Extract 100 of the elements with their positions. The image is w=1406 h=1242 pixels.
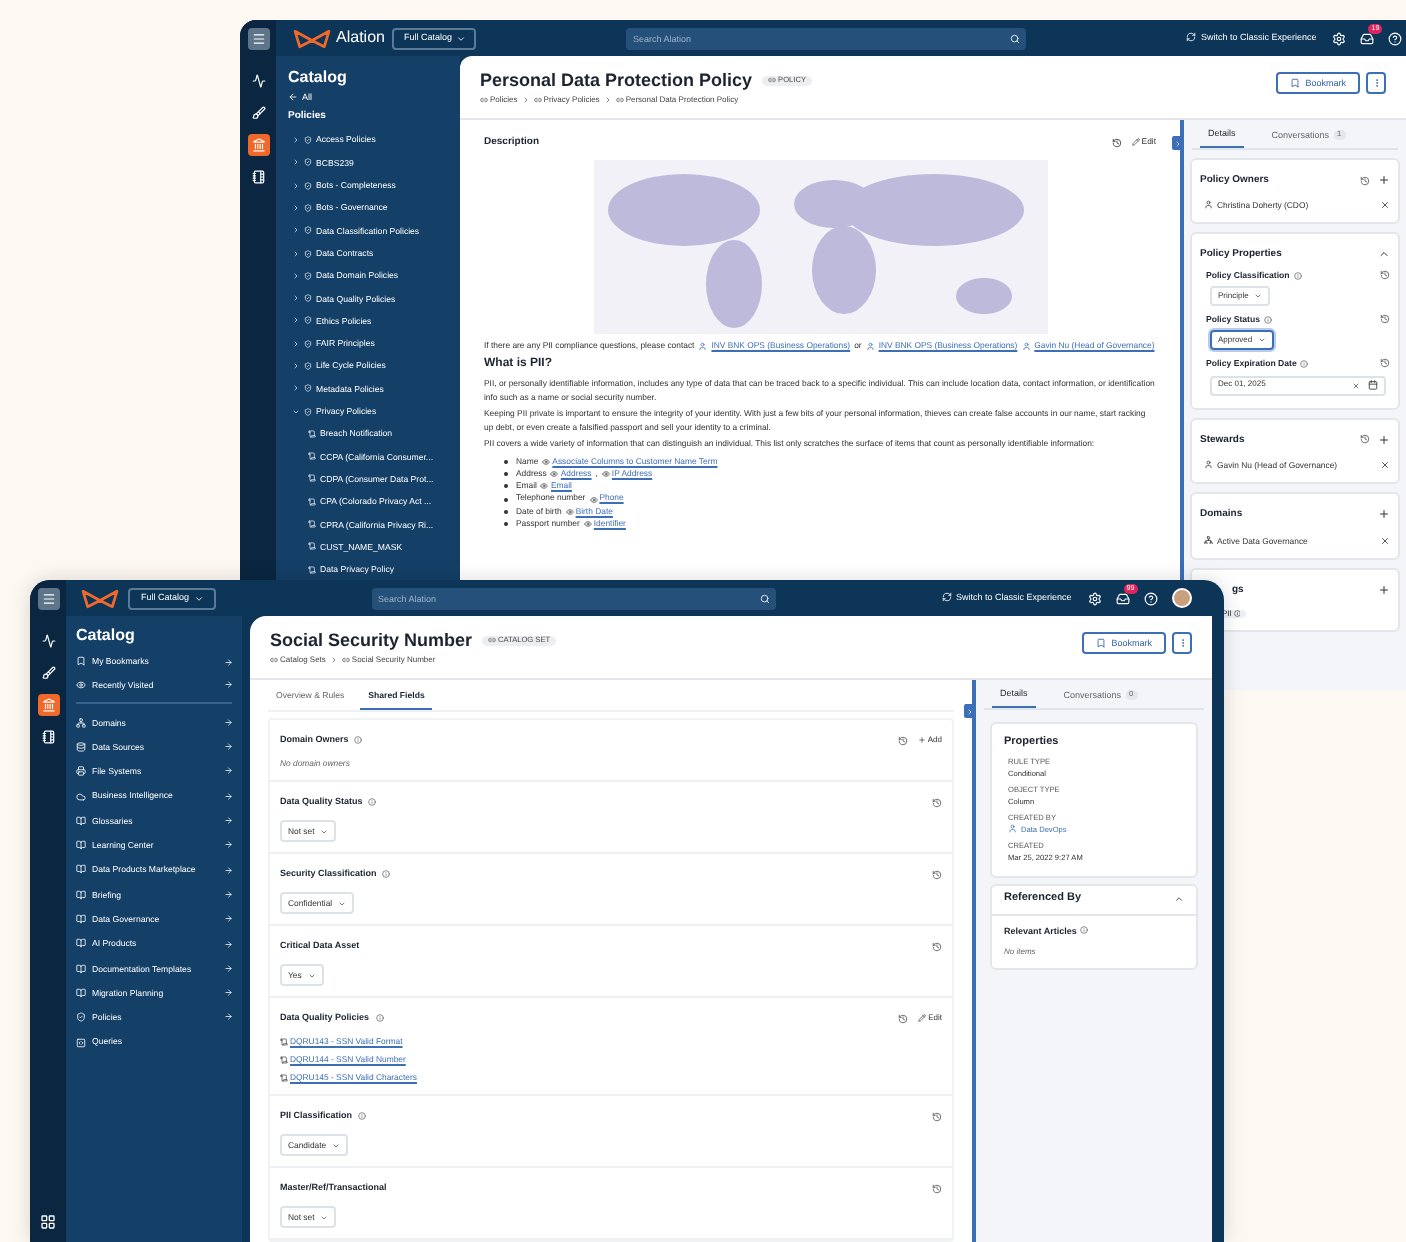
printer-icon <box>76 766 86 777</box>
inbox-icon <box>1360 31 1375 45</box>
chevron-icon <box>193 593 203 603</box>
book-icon <box>76 938 86 949</box>
bowtie-logo-icon <box>80 587 120 609</box>
building-nav-button[interactable] <box>37 694 59 716</box>
add-icon <box>917 735 926 744</box>
arrow-icon <box>223 742 232 752</box>
person-icon <box>865 341 875 350</box>
shield-icon <box>304 271 312 280</box>
info-icon <box>375 1013 384 1022</box>
arrow-icon <box>223 963 232 973</box>
arrow-icon <box>223 816 232 826</box>
pulse-nav-button[interactable] <box>247 70 269 92</box>
info-icon <box>1293 271 1302 280</box>
building-icon <box>41 698 55 712</box>
shield-icon <box>304 339 312 348</box>
help-button[interactable] <box>1388 31 1403 45</box>
page-title: Personal Data Protection Policy <box>480 70 753 92</box>
person-icon <box>1204 459 1213 469</box>
brush-nav-button[interactable] <box>247 102 269 124</box>
add-icon <box>1378 174 1390 186</box>
help-button[interactable] <box>1143 591 1158 605</box>
settings-icon <box>1087 591 1102 605</box>
shield-icon <box>304 136 312 145</box>
book-nav-button[interactable] <box>37 726 59 748</box>
history-icon <box>1380 358 1390 369</box>
code-icon <box>76 1037 86 1047</box>
cloud-icon <box>76 791 86 802</box>
menu-button[interactable] <box>37 588 59 610</box>
document-icon <box>308 520 316 529</box>
brush-icon <box>41 666 55 680</box>
document-icon <box>308 474 316 483</box>
collapse-button[interactable] <box>1378 248 1390 261</box>
bookmark-icon <box>1289 78 1300 88</box>
search-icon <box>760 593 770 603</box>
document-icon <box>308 565 316 574</box>
info-icon <box>1263 315 1272 324</box>
info-icon <box>382 869 391 878</box>
book-icon <box>76 815 86 826</box>
link-icon <box>488 636 497 645</box>
back-arrow-icon <box>288 92 298 103</box>
settings-button[interactable] <box>1332 31 1347 45</box>
history-icon <box>1111 137 1122 148</box>
building-nav-button[interactable] <box>247 134 269 156</box>
arrow-icon <box>223 680 232 689</box>
add-icon <box>1378 507 1390 520</box>
book-icon <box>76 987 86 998</box>
add-icon <box>1378 583 1390 596</box>
eye-icon <box>589 495 598 504</box>
settings-button[interactable] <box>1087 591 1102 605</box>
sidebar-title: Catalog <box>76 626 137 646</box>
book-icon <box>76 889 86 900</box>
shield-icon <box>304 316 312 325</box>
shield-icon <box>304 249 312 258</box>
menu-button[interactable] <box>247 28 269 50</box>
search-icon <box>1010 33 1021 43</box>
more-options-button[interactable] <box>1366 72 1386 94</box>
logo-text: Alation <box>336 28 385 48</box>
document-icon <box>308 542 316 551</box>
shield-icon <box>304 181 312 190</box>
history-icon <box>1360 434 1370 444</box>
arrow-icon <box>223 1012 232 1022</box>
person-icon <box>1021 341 1031 350</box>
eye-icon <box>542 457 551 466</box>
inbox-icon <box>1115 591 1130 605</box>
book-icon <box>76 864 86 875</box>
pulse-nav-button[interactable] <box>37 630 59 652</box>
document-icon <box>280 1074 288 1082</box>
sidebar-title: Catalog <box>288 68 349 88</box>
info-icon <box>368 797 377 806</box>
collapse-button[interactable] <box>1174 894 1184 905</box>
menu-icon <box>251 32 265 46</box>
pencil-icon <box>1131 138 1140 147</box>
shield-icon <box>76 1012 86 1023</box>
bowtie-logo-icon <box>292 27 332 49</box>
shield-icon <box>304 384 312 393</box>
grid-icon <box>40 1214 56 1230</box>
arrow-icon <box>223 988 232 998</box>
brush-icon <box>251 106 265 120</box>
arrow-icon <box>223 914 232 924</box>
menu-icon <box>41 592 55 606</box>
history-icon <box>932 869 942 879</box>
panel-toggle-button[interactable] <box>964 704 976 718</box>
brush-nav-button[interactable] <box>37 662 59 684</box>
book-icon <box>41 730 55 744</box>
shield-icon <box>304 294 312 303</box>
person-icon <box>698 341 708 350</box>
panel-toggle-button[interactable] <box>1172 136 1184 150</box>
refresh-icon <box>1186 32 1197 43</box>
link-icon <box>341 656 350 665</box>
chevron-icon <box>1378 248 1390 261</box>
eye-icon <box>76 679 86 690</box>
settings-icon <box>1332 31 1347 45</box>
document-icon <box>280 1038 288 1046</box>
book-nav-button[interactable] <box>247 166 269 188</box>
more-options-button[interactable] <box>1172 632 1192 654</box>
history-icon <box>897 735 908 745</box>
bookmark-icon <box>76 656 86 667</box>
chevron-icon <box>455 33 466 43</box>
